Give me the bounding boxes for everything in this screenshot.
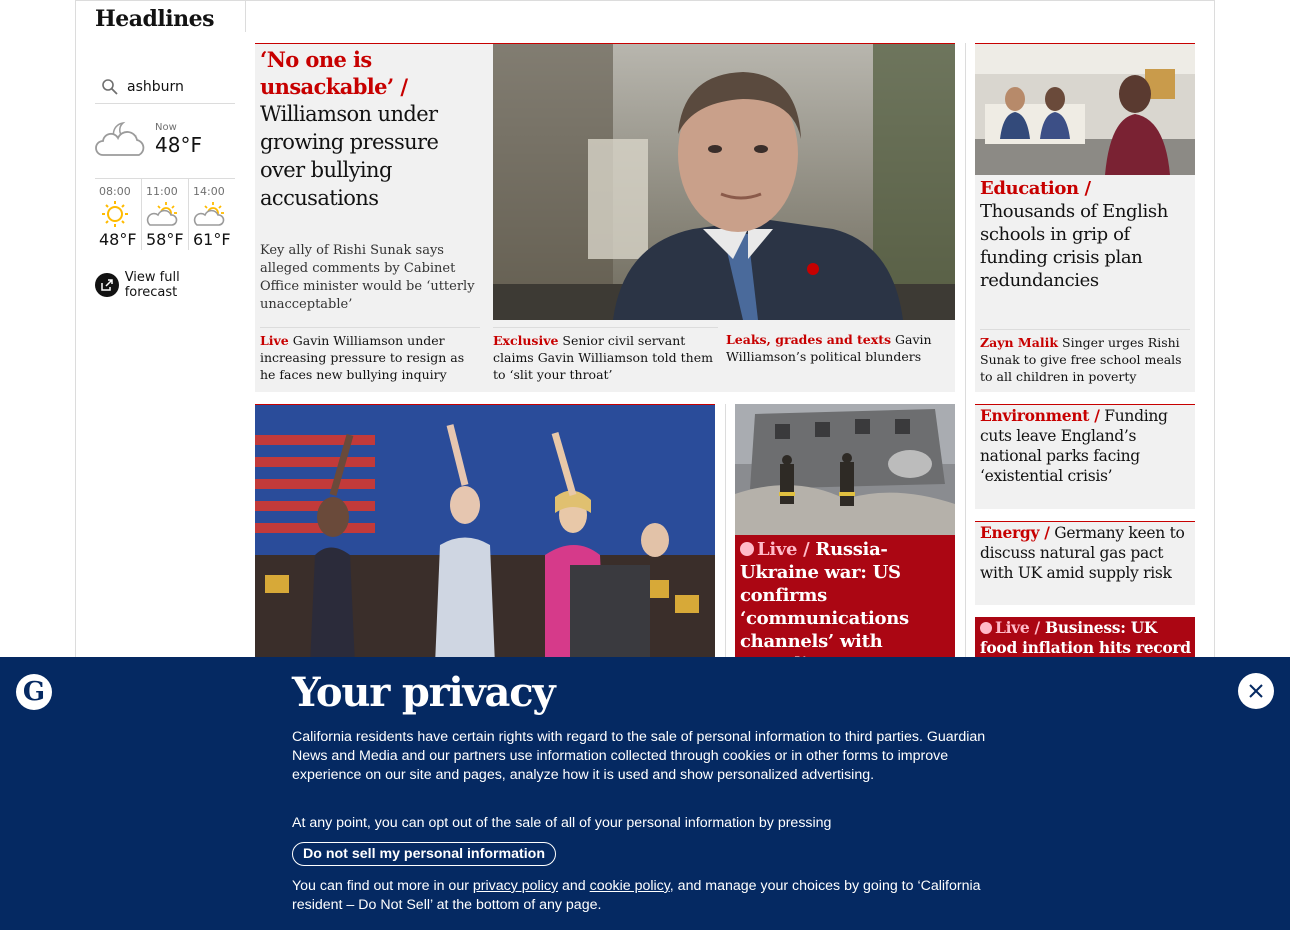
now-temperature: 48°F	[155, 132, 202, 157]
education-headline-text[interactable]: Thousands of English schools in grip of …	[980, 201, 1168, 291]
weather-widget: ashburn Now 48°F 08:00 48°F 11:00 58°F 1…	[95, 70, 235, 300]
education-headline[interactable]: Education / Thousands of English schools…	[980, 177, 1190, 292]
main-story-card[interactable]: ‘No one is unsackable’ / Williamson unde…	[255, 43, 955, 392]
view-forecast-label[interactable]: View full forecast	[125, 270, 235, 300]
forecast-time: 14:00	[193, 185, 225, 198]
environment-headline[interactable]: Environment / Funding cuts leave England…	[980, 406, 1192, 486]
privacy-banner: G Your privacy California residents have…	[0, 657, 1290, 930]
privacy-title: Your privacy	[292, 669, 556, 716]
privacy-body: California residents have certain rights…	[292, 729, 986, 783]
forecast-time: 08:00	[99, 185, 131, 198]
forecast-temp: 61°F	[193, 230, 231, 249]
forecast-slot: 08:00 48°F	[95, 179, 141, 250]
sublink-kicker[interactable]: Zayn Malik	[980, 335, 1058, 350]
education-kicker[interactable]: Education /	[980, 178, 1091, 199]
section-title: Headlines	[95, 6, 215, 32]
main-headline-text[interactable]: Williamson under growing pressure over b…	[260, 102, 439, 210]
ukraine-photo[interactable]	[735, 404, 955, 535]
moon-cloud-icon	[95, 121, 145, 156]
main-standfirst: Key ally of Rishi Sunak says alleged com…	[260, 243, 475, 312]
sublink-kicker[interactable]: Leaks, grades and texts	[726, 332, 891, 347]
story-kicker[interactable]: Live /	[995, 618, 1040, 637]
column-divider	[965, 43, 966, 663]
location-name[interactable]: ashburn	[127, 79, 184, 95]
forecast-temp: 58°F	[146, 230, 184, 249]
williamson-photo[interactable]	[493, 44, 955, 320]
external-link-icon	[95, 273, 119, 297]
guardian-logo-icon: G	[16, 674, 52, 710]
privacy-optout-text: At any point, you can opt out of the sal…	[292, 815, 832, 831]
header-divider	[245, 0, 246, 32]
hourly-forecast: 08:00 48°F 11:00 58°F 14:00 61°F	[95, 178, 235, 250]
live-indicator-icon	[740, 542, 754, 556]
sublink-text[interactable]: Gavin Williamson under increasing pressu…	[260, 333, 464, 382]
sublink-live[interactable]: Live Gavin Williamson under increasing p…	[260, 327, 480, 383]
sun-icon	[102, 201, 128, 227]
do-not-sell-button[interactable]: Do not sell my personal information	[292, 842, 557, 866]
ukraine-headline[interactable]: Live / Russia-Ukraine war: US confirms ‘…	[740, 538, 950, 664]
story-kicker[interactable]: Environment /	[980, 406, 1100, 425]
search-icon	[102, 78, 118, 95]
rally-photo[interactable]	[255, 405, 715, 664]
sublink-exclusive[interactable]: Exclusive Senior civil servant claims Ga…	[493, 327, 718, 383]
sublink-kicker[interactable]: Live	[260, 333, 289, 348]
rally-story-card[interactable]	[255, 404, 715, 664]
sublink-kicker[interactable]: Exclusive	[493, 333, 558, 348]
main-headline[interactable]: ‘No one is unsackable’ / Williamson unde…	[260, 46, 485, 212]
sun-cloud-icon	[146, 202, 178, 226]
main-sublinks: Live Gavin Williamson under increasing p…	[255, 327, 955, 387]
column-divider	[725, 404, 726, 664]
forecast-slot: 11:00 58°F	[141, 179, 188, 250]
privacy-more-info: You can find out more in our privacy pol…	[292, 877, 992, 915]
location-search[interactable]: ashburn	[95, 70, 235, 104]
more-prefix: You can find out more in our	[292, 878, 469, 894]
ukraine-kicker[interactable]: Live /	[757, 539, 810, 560]
ukraine-live-card[interactable]: Live / Russia-Ukraine war: US confirms ‘…	[735, 404, 955, 664]
classroom-photo[interactable]	[975, 44, 1195, 175]
current-weather: Now 48°F	[95, 104, 235, 174]
forecast-slot: 14:00 61°F	[188, 179, 235, 250]
sun-cloud-icon	[193, 202, 225, 226]
now-label: Now	[155, 121, 177, 133]
view-full-forecast-link[interactable]: View full forecast	[95, 270, 235, 300]
close-button[interactable]	[1238, 673, 1274, 709]
and-text: and	[562, 878, 586, 894]
privacy-policy-link[interactable]: privacy policy	[473, 878, 558, 894]
forecast-temp: 48°F	[99, 230, 137, 249]
education-story-card[interactable]: Education / Thousands of English schools…	[975, 43, 1195, 392]
story-kicker[interactable]: Energy /	[980, 523, 1050, 542]
main-kicker[interactable]: ‘No one is unsackable’ /	[260, 47, 408, 99]
environment-story-card[interactable]: Environment / Funding cuts leave England…	[975, 404, 1195, 509]
cookie-policy-link[interactable]: cookie policy	[590, 878, 670, 894]
energy-headline[interactable]: Energy / Germany keen to discuss natural…	[980, 523, 1192, 583]
close-icon	[1249, 684, 1263, 698]
live-indicator-icon	[980, 622, 992, 634]
education-sublink[interactable]: Zayn Malik Singer urges Rishi Sunak to g…	[980, 329, 1190, 385]
energy-story-card[interactable]: Energy / Germany keen to discuss natural…	[975, 521, 1195, 605]
sublink-leaks[interactable]: Leaks, grades and texts Gavin Williamson…	[726, 327, 951, 365]
forecast-time: 11:00	[146, 185, 178, 198]
